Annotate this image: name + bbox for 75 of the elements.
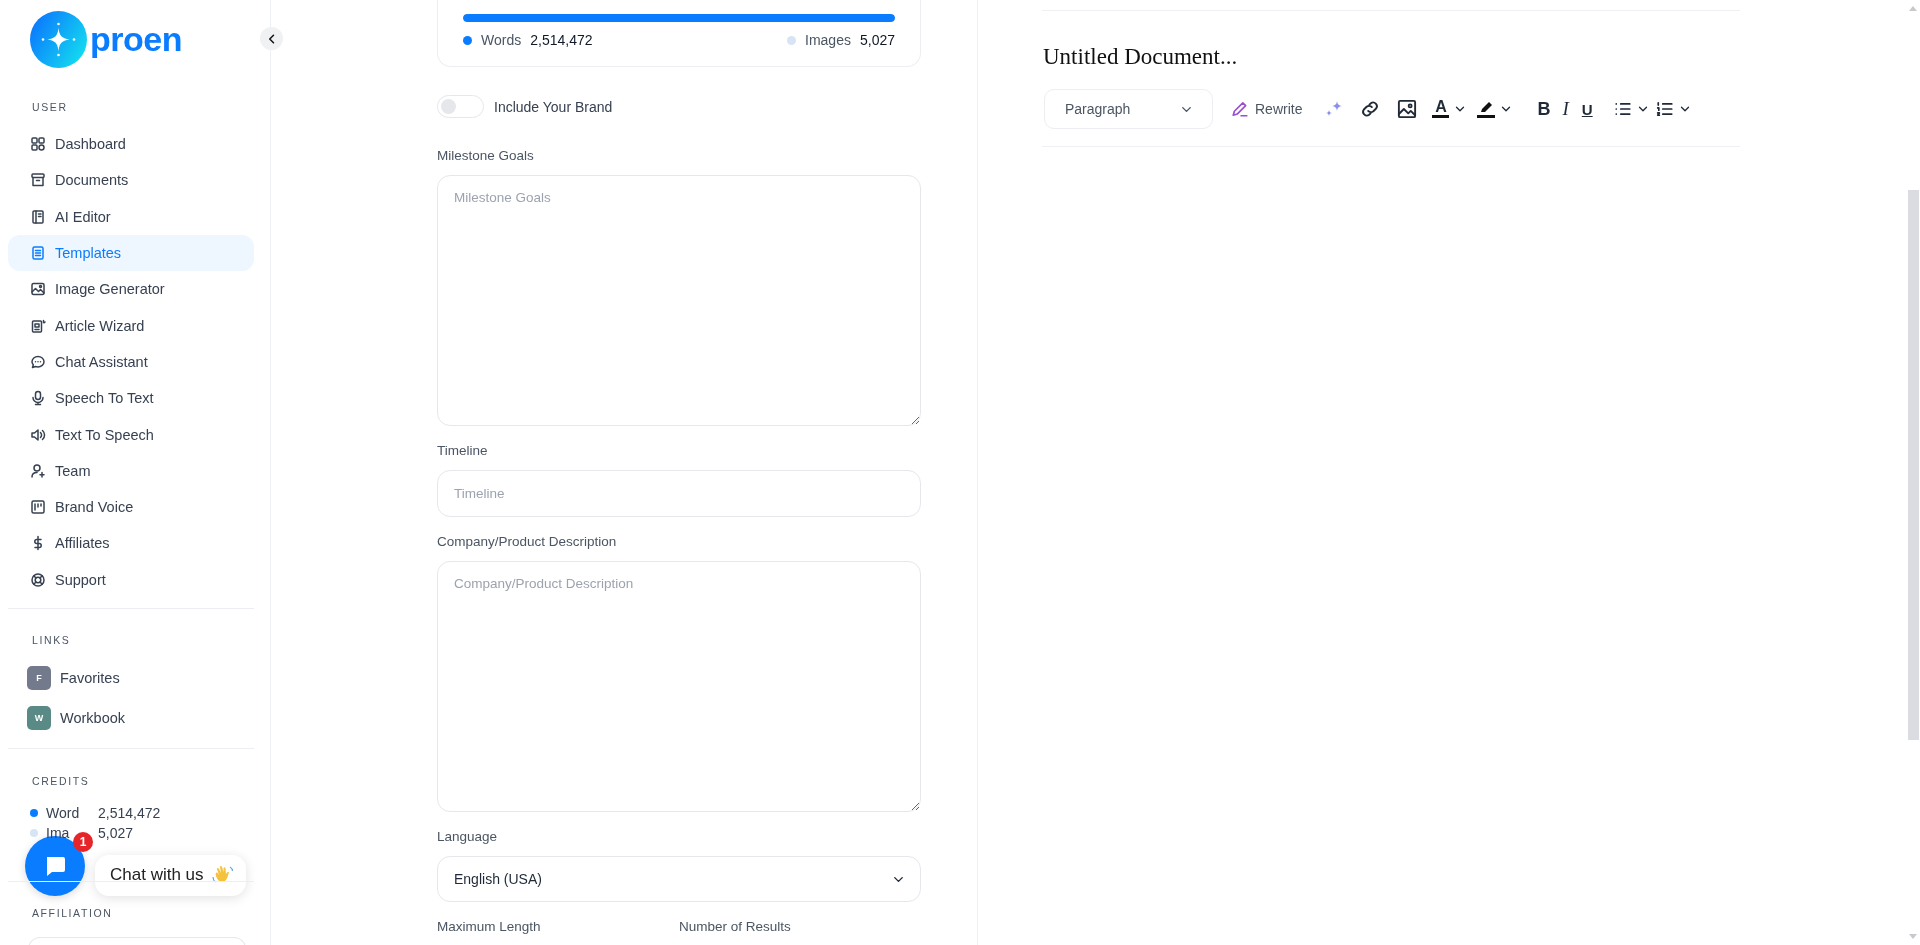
block-style-select[interactable]: Paragraph	[1044, 89, 1213, 129]
microphone-icon	[30, 390, 46, 407]
link-icon	[1360, 99, 1381, 119]
usage-label: Images	[805, 32, 851, 48]
image-icon	[30, 281, 46, 298]
chat-prompt[interactable]: Chat with us	[95, 854, 246, 896]
text-area[interactable]: Milestone Goals	[437, 175, 921, 426]
section-heading: CREDITS	[31, 773, 91, 788]
credit-value: 2,514,472	[98, 804, 161, 821]
field-label: Timeline	[437, 443, 489, 459]
credit-label: Word	[46, 804, 80, 821]
sidebar-link[interactable]: W Workbook	[0, 697, 270, 738]
toggle-label: Include Your Brand	[494, 98, 613, 115]
article-icon	[30, 317, 46, 334]
image-icon	[1397, 99, 1418, 119]
sidebar-item[interactable]: Team	[8, 452, 254, 489]
chat-button[interactable]	[25, 836, 85, 896]
credit-value: 5,027	[98, 824, 134, 841]
field-label: Number of Results	[679, 919, 792, 935]
field-label: Language	[437, 829, 499, 845]
text-color-button[interactable]: A	[1432, 97, 1468, 121]
collapse-sidebar-button[interactable]	[260, 27, 283, 50]
sidebar-item[interactable]: AI Editor	[8, 198, 254, 235]
section-heading: LINKS	[31, 632, 72, 647]
notification-badge: 1	[73, 832, 93, 852]
insert-image-button[interactable]	[1397, 97, 1418, 121]
user-plus-icon	[30, 462, 46, 479]
sidebar-item[interactable]: Brand Voice	[8, 488, 254, 526]
bold-button[interactable]: B	[1537, 97, 1551, 121]
usage-label: Words	[481, 32, 522, 48]
speaker-icon	[30, 426, 46, 443]
sidebar-item[interactable]: Documents	[8, 162, 254, 199]
usage-value: 2,514,472	[530, 32, 593, 48]
scrollbar-thumb[interactable]	[1908, 190, 1919, 740]
italic-button[interactable]: I	[1562, 97, 1569, 121]
document-title[interactable]: Untitled Document...	[1043, 44, 1740, 70]
sidebar-item[interactable]: Speech To Text	[8, 380, 254, 417]
toggle-switch[interactable]	[437, 95, 484, 118]
chat-bubble-icon	[44, 855, 66, 877]
numbered-list-icon	[1655, 100, 1674, 118]
archive-box-icon	[30, 172, 46, 189]
section-heading: USER	[31, 100, 69, 114]
bullet-list-icon	[1613, 100, 1632, 118]
document-icon	[30, 245, 46, 262]
input-field[interactable]: Timeline	[437, 470, 921, 517]
credit-label: Ima	[46, 824, 70, 841]
sidebar-item[interactable]: Support	[8, 561, 254, 598]
section-heading: AFFILIATION	[31, 905, 114, 920]
sidebar-item[interactable]: Image Generator	[8, 271, 254, 308]
sidebar-item[interactable]: Templates	[8, 234, 254, 272]
pencil-icon	[1231, 100, 1249, 118]
underline-button[interactable]: U	[1581, 97, 1593, 121]
chat-bubble-icon	[30, 353, 46, 370]
usage-value: 5,027	[859, 32, 895, 48]
field-label: Milestone Goals	[437, 148, 535, 164]
sidebar-item[interactable]: Dashboard	[8, 126, 254, 163]
board-icon	[30, 499, 46, 516]
highlighter-icon	[1477, 100, 1496, 118]
sidebar-link[interactable]: F Favorites	[0, 657, 270, 698]
avatar: F	[27, 665, 51, 690]
brand-name: proen	[90, 19, 182, 59]
language-select[interactable]: English (USA)	[437, 856, 921, 902]
sparkle-logo-icon	[30, 10, 87, 68]
text-area[interactable]: Company/Product Description	[437, 561, 921, 812]
field-label: Company/Product Description	[437, 534, 618, 550]
lifebuoy-icon	[30, 571, 46, 588]
avatar: W	[27, 705, 51, 730]
sidebar-item[interactable]: Article Wizard	[8, 307, 254, 344]
sidebar-item[interactable]: Chat Assistant	[8, 343, 254, 381]
rewrite-button[interactable]: Rewrite	[1231, 100, 1303, 118]
notebook-icon	[30, 208, 46, 225]
sidebar-item[interactable]: Text To Speech	[8, 416, 254, 453]
grid-icon	[30, 136, 46, 153]
sidebar-item[interactable]: Affiliates	[8, 525, 254, 562]
field-label: Maximum Length	[437, 919, 542, 935]
